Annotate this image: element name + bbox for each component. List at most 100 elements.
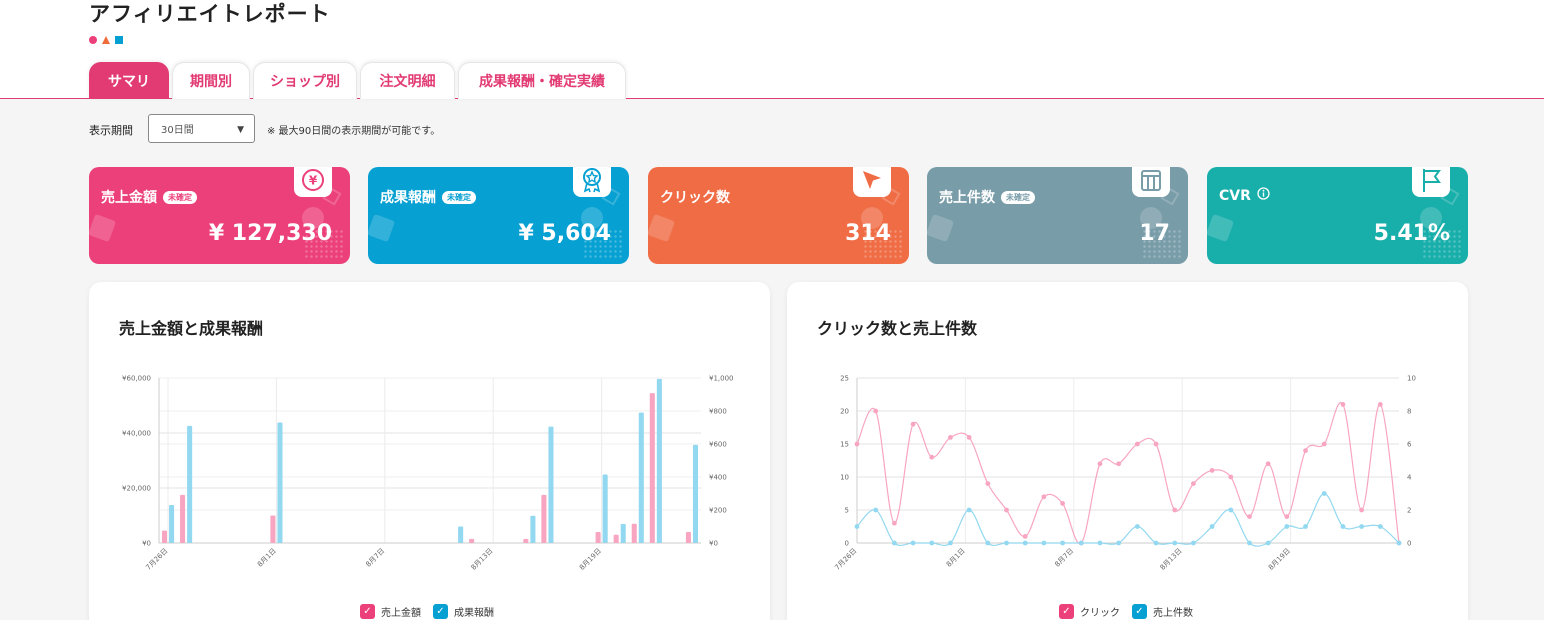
bar	[692, 444, 699, 543]
data-point	[1303, 448, 1308, 453]
data-point	[948, 435, 953, 440]
period-note: ※ 最大90日間の表示期間が可能です。	[267, 126, 441, 137]
data-point	[891, 520, 897, 526]
y-right-tick-label: ¥1,000	[709, 375, 734, 383]
data-point	[1265, 540, 1271, 546]
x-tick-label: 7月26日	[833, 547, 858, 572]
y-right-tick-label: ¥800	[709, 408, 727, 416]
bar	[523, 538, 529, 543]
period-select[interactable]: 30日間 ▼	[148, 114, 255, 143]
y-right-tick-label: ¥0	[709, 540, 718, 548]
y-left-tick-label: 25	[840, 375, 849, 383]
data-point	[854, 441, 860, 447]
bar	[187, 425, 193, 543]
data-point	[1041, 494, 1047, 500]
bar	[469, 538, 475, 543]
kpi-value: 17	[1139, 221, 1170, 246]
data-point	[1228, 507, 1234, 513]
data-point	[1097, 461, 1103, 467]
y-right-tick-label: 6	[1407, 441, 1412, 449]
legend-item-reward[interactable]: ✓ 成果報酬	[433, 604, 494, 619]
bar	[656, 378, 662, 543]
kpi-value: 5.41%	[1373, 221, 1450, 246]
caret-down-icon: ▼	[237, 125, 244, 135]
legend-item-sales[interactable]: ✓ 売上金額	[360, 604, 421, 619]
tab-order-details[interactable]: 注文明細	[360, 62, 455, 99]
bar	[620, 524, 626, 543]
data-point	[1060, 501, 1065, 506]
tab-reward-results[interactable]: 成果報酬・確定実績	[458, 62, 626, 99]
data-point	[854, 524, 860, 529]
y-right-tick-label: ¥400	[709, 474, 727, 482]
tab-shop[interactable]: ショップ別	[253, 62, 357, 99]
triangle-decoration-icon	[102, 36, 110, 44]
x-tick-label: 8月13日	[1159, 547, 1184, 572]
bar	[530, 515, 536, 543]
bar	[458, 526, 464, 543]
data-point	[1172, 507, 1178, 513]
info-icon[interactable]	[1257, 187, 1270, 204]
y-left-tick-label: 15	[840, 441, 849, 449]
kpi-card-cvr: CVR 5.41%	[1207, 167, 1468, 264]
data-point	[1359, 507, 1365, 513]
tab-period[interactable]: 期間別	[172, 62, 250, 99]
x-tick-label: 8月19日	[578, 547, 603, 572]
y-left-tick-label: 20	[840, 408, 849, 416]
kpi-value: 314	[845, 221, 891, 246]
y-right-tick-label: 2	[1407, 507, 1411, 515]
y-right-tick-label: 10	[1407, 375, 1416, 383]
x-tick-label: 8月13日	[470, 547, 495, 572]
y-right-tick-label: ¥200	[709, 507, 727, 515]
checkbox-checked-icon[interactable]: ✓	[433, 604, 448, 619]
kpi-value: ¥ 5,604	[518, 221, 611, 246]
bar	[548, 426, 554, 543]
data-point	[1377, 524, 1383, 529]
bar	[649, 393, 655, 543]
series-line	[856, 402, 1400, 545]
data-point	[1284, 524, 1290, 529]
tab-summary[interactable]: サマリ	[89, 62, 169, 99]
y-left-tick-label: ¥20,000	[122, 485, 151, 493]
kpi-label: CVR	[1219, 187, 1251, 204]
legend-item-sales-count[interactable]: ✓ 売上件数	[1132, 604, 1193, 619]
y-right-tick-label: 4	[1407, 474, 1412, 482]
kpi-card-sales-count: 売上件数 未確定 17	[927, 167, 1188, 264]
x-tick-label: 8月1日	[945, 547, 967, 569]
data-point	[929, 454, 935, 460]
checkbox-checked-icon[interactable]: ✓	[1132, 604, 1147, 619]
sales-chart-panel: 売上金額と成果報酬 ¥0 ¥20,000 ¥40,000 ¥60,000 ¥0 ¥200 ¥…	[89, 282, 770, 620]
checkbox-checked-icon[interactable]: ✓	[360, 604, 375, 619]
data-point	[1134, 524, 1140, 529]
bar	[180, 494, 186, 543]
x-tick-label: 7月26日	[144, 547, 169, 572]
data-point	[1116, 461, 1122, 467]
clicks-chart-panel: クリック数と売上件数 0 5 10 15 20 25 0 2 4 6 8 10 7月26日 8月1日 8月7…	[787, 282, 1468, 620]
data-point	[1377, 402, 1383, 407]
sales-bar-chart: ¥0 ¥20,000 ¥40,000 ¥60,000 ¥0 ¥200 ¥400 ¥600 ¥80…	[122, 375, 734, 572]
data-point	[1041, 540, 1047, 546]
data-point	[1359, 524, 1365, 529]
kpi-label: クリック数	[660, 190, 730, 206]
chart-legend: ✓ 売上金額 ✓ 成果報酬	[360, 604, 494, 619]
data-point	[1022, 534, 1028, 539]
legend-item-clicks[interactable]: ✓ クリック	[1059, 604, 1120, 619]
data-point	[1134, 441, 1140, 447]
data-point	[1191, 481, 1196, 486]
header: アフィリエイトレポート サマリ 期間別 ショップ別 注文明細 成果報酬・確定実績	[0, 0, 1544, 99]
data-point	[1209, 524, 1215, 529]
data-point	[1265, 461, 1271, 467]
svg-text:¥: ¥	[309, 174, 318, 188]
data-point	[910, 421, 916, 427]
data-point	[1284, 514, 1290, 519]
y-left-tick-label: 10	[840, 474, 849, 482]
clicks-line-chart: 0 5 10 15 20 25 0 2 4 6 8 10 7月26日 8月1日 8月7日 8月13日 8月19日	[833, 375, 1416, 572]
checkbox-checked-icon[interactable]: ✓	[1059, 604, 1074, 619]
y-left-tick-label: ¥40,000	[122, 430, 151, 438]
bar	[595, 532, 601, 543]
square-decoration-icon	[115, 36, 123, 44]
chart-legend: ✓ クリック ✓ 売上件数	[1059, 604, 1193, 619]
circle-decoration-icon	[89, 36, 97, 44]
data-point	[1321, 491, 1327, 496]
bar	[169, 505, 175, 543]
kpi-card-clicks: クリック数 314	[648, 167, 909, 264]
